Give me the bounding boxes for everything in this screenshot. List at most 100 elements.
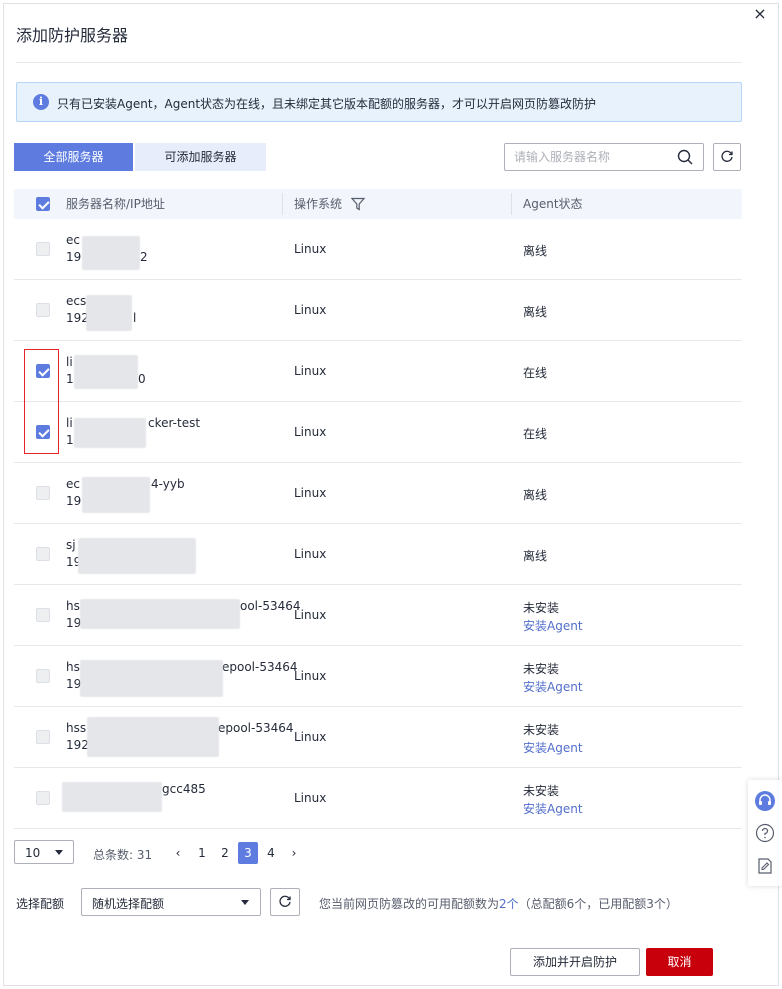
redaction-blur bbox=[74, 418, 146, 448]
agent-status: 未安装 bbox=[523, 662, 560, 676]
os-value: Linux bbox=[294, 669, 327, 683]
dialog-title: 添加防护服务器 bbox=[16, 26, 129, 45]
column-divider bbox=[511, 193, 512, 215]
refresh-button[interactable] bbox=[713, 143, 741, 171]
redaction-blur bbox=[74, 355, 138, 389]
server-ip: 192 bbox=[66, 738, 89, 752]
server-name: ec bbox=[66, 477, 80, 491]
table-row[interactable]: li cker-test 1 Linux 在线 bbox=[14, 402, 742, 463]
os-value: Linux bbox=[294, 425, 327, 439]
tab-addable-servers[interactable]: 可添加服务器 bbox=[135, 143, 266, 171]
quota-refresh-button[interactable] bbox=[270, 888, 300, 916]
row-checkbox[interactable] bbox=[36, 669, 50, 683]
row-checkbox[interactable] bbox=[36, 547, 50, 561]
column-header-os: 操作系统 bbox=[294, 197, 343, 211]
redaction-blur bbox=[62, 782, 162, 812]
floating-toolbar bbox=[748, 780, 782, 886]
page-size-value: 10 bbox=[25, 846, 41, 860]
page-size-select[interactable]: 10 bbox=[14, 840, 74, 864]
row-checkbox[interactable] bbox=[36, 608, 50, 622]
os-value: Linux bbox=[294, 791, 327, 805]
os-value: Linux bbox=[294, 364, 327, 378]
page-button-current[interactable]: 3 bbox=[238, 842, 258, 864]
server-name: hss bbox=[66, 721, 87, 735]
redaction-blur bbox=[78, 538, 196, 574]
server-name-tail: cker-test bbox=[148, 416, 201, 430]
page-button[interactable]: 4 bbox=[261, 842, 281, 864]
install-agent-link[interactable]: 安装Agent bbox=[523, 739, 583, 756]
page-button[interactable]: 1 bbox=[192, 842, 212, 864]
redaction-blur bbox=[86, 295, 132, 331]
server-ip: 19 bbox=[66, 494, 82, 508]
row-checkbox[interactable] bbox=[36, 730, 50, 744]
add-and-enable-button[interactable]: 添加并开启防护 bbox=[510, 948, 640, 976]
table-row[interactable]: ecs 192 l Linux 离线 bbox=[14, 280, 742, 341]
install-agent-link[interactable]: 安装Agent bbox=[523, 678, 583, 695]
quota-select[interactable]: 随机选择配额 bbox=[81, 888, 261, 916]
server-name: ec bbox=[66, 233, 80, 247]
install-agent-link[interactable]: 安装Agent bbox=[523, 800, 583, 817]
column-header-name: 服务器名称/IP地址 bbox=[66, 197, 165, 211]
table-row[interactable]: hss epool-53464 192 Linux 未安装 安装Agent bbox=[14, 707, 742, 768]
highlight-box bbox=[24, 349, 59, 454]
tab-all-servers[interactable]: 全部服务器 bbox=[14, 143, 133, 171]
close-icon[interactable]: × bbox=[750, 4, 770, 24]
row-checkbox[interactable] bbox=[36, 486, 50, 500]
server-ip: 1 bbox=[66, 372, 74, 386]
search-icon[interactable] bbox=[677, 149, 693, 165]
feedback-icon[interactable] bbox=[755, 856, 775, 876]
os-value: Linux bbox=[294, 547, 327, 561]
add-protection-dialog: 添加防护服务器 × i 只有已安装Agent，Agent状态为在线，且未绑定其它… bbox=[3, 3, 779, 986]
quota-available: 2个 bbox=[499, 897, 519, 911]
server-name-tail: epool-53464 bbox=[222, 660, 298, 674]
server-name: li bbox=[66, 355, 73, 369]
search-input[interactable] bbox=[514, 149, 674, 165]
table-row[interactable]: ec 19 2 Linux 离线 bbox=[14, 219, 742, 280]
agent-status: 离线 bbox=[523, 488, 548, 502]
prev-page-button[interactable]: ‹ bbox=[168, 842, 188, 864]
row-checkbox[interactable] bbox=[36, 303, 50, 317]
headset-icon[interactable] bbox=[755, 791, 775, 811]
table-row[interactable]: gcc485 Linux 未安装 安装Agent bbox=[14, 768, 742, 829]
redaction-blur bbox=[80, 599, 240, 629]
select-all-checkbox[interactable] bbox=[36, 197, 50, 211]
chevron-down-icon bbox=[241, 900, 249, 905]
server-ip: 19 bbox=[66, 677, 82, 691]
agent-status: 离线 bbox=[523, 244, 548, 258]
redaction-blur bbox=[87, 717, 219, 757]
quota-selected-value: 随机选择配额 bbox=[92, 897, 165, 911]
server-name: ecs bbox=[66, 294, 87, 308]
server-ip: 1 bbox=[66, 433, 74, 447]
server-ip: 19 bbox=[66, 616, 82, 630]
page-button[interactable]: 2 bbox=[215, 842, 235, 864]
info-notice: i 只有已安装Agent，Agent状态为在线，且未绑定其它版本配额的服务器，才… bbox=[16, 82, 742, 122]
next-page-button[interactable]: › bbox=[284, 842, 304, 864]
redaction-blur bbox=[80, 660, 223, 697]
total-count: 总条数: 31 bbox=[93, 848, 153, 862]
server-name-tail: 4-yyb bbox=[151, 477, 185, 491]
os-value: Linux bbox=[294, 486, 327, 500]
table-row[interactable]: hs ool-53464 19 Linux 未安装 安装Agent bbox=[14, 585, 742, 646]
filter-icon[interactable] bbox=[351, 197, 365, 211]
install-agent-link[interactable]: 安装Agent bbox=[523, 617, 583, 634]
row-checkbox[interactable] bbox=[36, 791, 50, 805]
server-ip-tail: 2 bbox=[140, 250, 148, 264]
table-row[interactable]: li 1 0 Linux 在线 bbox=[14, 341, 742, 402]
cancel-button[interactable]: 取消 bbox=[646, 948, 713, 976]
agent-status: 未安装 bbox=[523, 784, 560, 798]
server-name-tail: gcc485 bbox=[162, 782, 206, 796]
server-name-tail: ool-53464 bbox=[240, 599, 301, 613]
info-icon: i bbox=[33, 94, 49, 110]
help-icon[interactable] bbox=[755, 823, 775, 843]
table-row[interactable]: hs epool-53464 19 Linux 未安装 安装Agent bbox=[14, 646, 742, 707]
agent-status: 未安装 bbox=[523, 601, 560, 615]
os-value: Linux bbox=[294, 608, 327, 622]
row-checkbox[interactable] bbox=[36, 242, 50, 256]
os-value: Linux bbox=[294, 242, 327, 256]
table-row[interactable]: ec 4-yyb 19 Linux 离线 bbox=[14, 463, 742, 524]
column-header-agent: Agent状态 bbox=[523, 197, 583, 211]
server-ip-tail: l bbox=[133, 311, 137, 325]
search-box bbox=[504, 143, 704, 171]
server-name: li bbox=[66, 416, 73, 430]
table-row[interactable]: sj 19 Linux 离线 bbox=[14, 524, 742, 585]
